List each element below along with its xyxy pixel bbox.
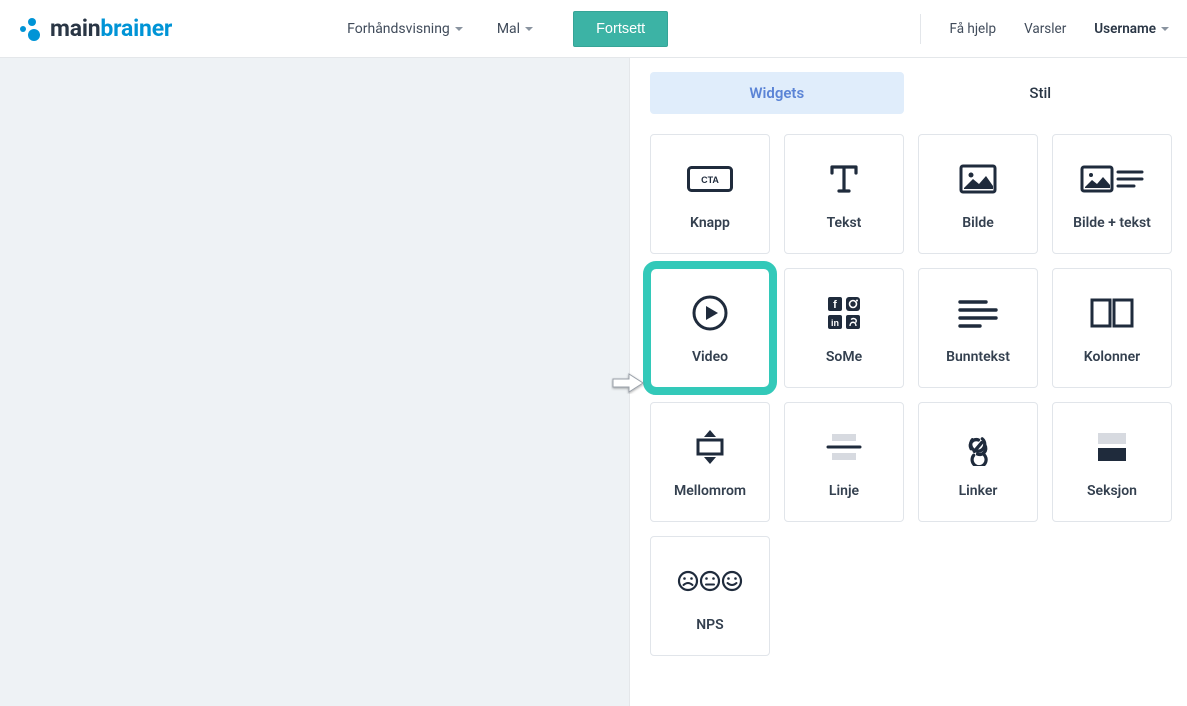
widget-label: Bunntekst [946, 349, 1010, 365]
continue-button[interactable]: Fortsett [573, 11, 668, 47]
widget-section[interactable]: Seksjon [1052, 402, 1172, 522]
widget-label: NPS [696, 617, 723, 633]
columns-icon [1088, 291, 1136, 335]
widget-image[interactable]: Bilde [918, 134, 1038, 254]
widget-label: Bilde + tekst [1073, 215, 1151, 231]
cta-button-icon: CTA [687, 157, 733, 201]
footer-text-icon [956, 291, 1000, 335]
widget-label: Seksjon [1087, 483, 1137, 499]
username-dropdown[interactable]: Username [1094, 21, 1169, 37]
widget-image-text[interactable]: Bilde + tekst [1052, 134, 1172, 254]
logo-dots-icon [14, 16, 44, 42]
widget-label: Tekst [827, 215, 862, 231]
template-label: Mal [497, 21, 520, 37]
widget-text[interactable]: Tekst [784, 134, 904, 254]
top-bar: mainbrainer Forhåndsvisning Mal Fortsett… [0, 0, 1187, 58]
widget-label: Linje [829, 483, 859, 499]
notifications-link[interactable]: Varsler [1024, 21, 1066, 37]
svg-text:f: f [833, 299, 837, 311]
image-icon [959, 157, 997, 201]
tab-widgets[interactable]: Widgets [650, 72, 904, 114]
template-dropdown[interactable]: Mal [497, 21, 533, 37]
widgets-grid: CTA Knapp Tekst Bilde [650, 134, 1167, 656]
widget-links[interactable]: Linker [918, 402, 1038, 522]
widget-label: SoMe [826, 349, 862, 365]
widget-label: Video [692, 349, 728, 365]
text-icon [826, 157, 862, 201]
panel-tabs: Widgets Stil [650, 72, 1167, 114]
nps-faces-icon [674, 559, 746, 603]
widget-spacing[interactable]: Mellomrom [650, 402, 770, 522]
widget-label: Knapp [690, 215, 730, 231]
logo-text-part1: main [50, 15, 100, 42]
caret-down-icon [525, 27, 533, 31]
link-chain-icon [959, 425, 997, 469]
preview-label: Forhåndsvisning [347, 21, 450, 37]
image-text-icon [1080, 157, 1144, 201]
social-media-icon: f in [824, 291, 864, 335]
caret-down-icon [1161, 27, 1169, 31]
nav-right: Få hjelp Varsler Username [920, 14, 1169, 44]
preview-dropdown[interactable]: Forhåndsvisning [347, 21, 463, 37]
svg-text:in: in [831, 318, 839, 328]
divider [920, 14, 921, 44]
widget-label: Kolonner [1084, 349, 1140, 365]
line-divider-icon [824, 425, 864, 469]
widget-label: Bilde [962, 215, 994, 231]
tab-style[interactable]: Stil [914, 72, 1168, 114]
logo[interactable]: mainbrainer [14, 15, 172, 42]
arrow-pointer-icon [611, 372, 645, 394]
widget-columns[interactable]: Kolonner [1052, 268, 1172, 388]
caret-down-icon [455, 27, 463, 31]
username-label: Username [1094, 21, 1156, 37]
widget-label: Linker [959, 483, 998, 499]
spacing-icon [692, 425, 728, 469]
widget-label: Mellomrom [674, 483, 746, 499]
widget-button[interactable]: CTA Knapp [650, 134, 770, 254]
help-link[interactable]: Få hjelp [949, 21, 996, 37]
logo-text-part2: brainer [100, 15, 172, 42]
widget-some[interactable]: f in SoMe [784, 268, 904, 388]
right-panel: Widgets Stil CTA Knapp Tekst Bilde [629, 58, 1187, 706]
widget-video[interactable]: Video [650, 268, 770, 388]
nav-center: Forhåndsvisning Mal Fortsett [347, 11, 668, 47]
widget-line[interactable]: Linje [784, 402, 904, 522]
widget-nps[interactable]: NPS [650, 536, 770, 656]
video-play-icon [690, 291, 730, 335]
svg-text:CTA: CTA [701, 175, 719, 185]
widget-footer[interactable]: Bunntekst [918, 268, 1038, 388]
section-icon [1092, 425, 1132, 469]
